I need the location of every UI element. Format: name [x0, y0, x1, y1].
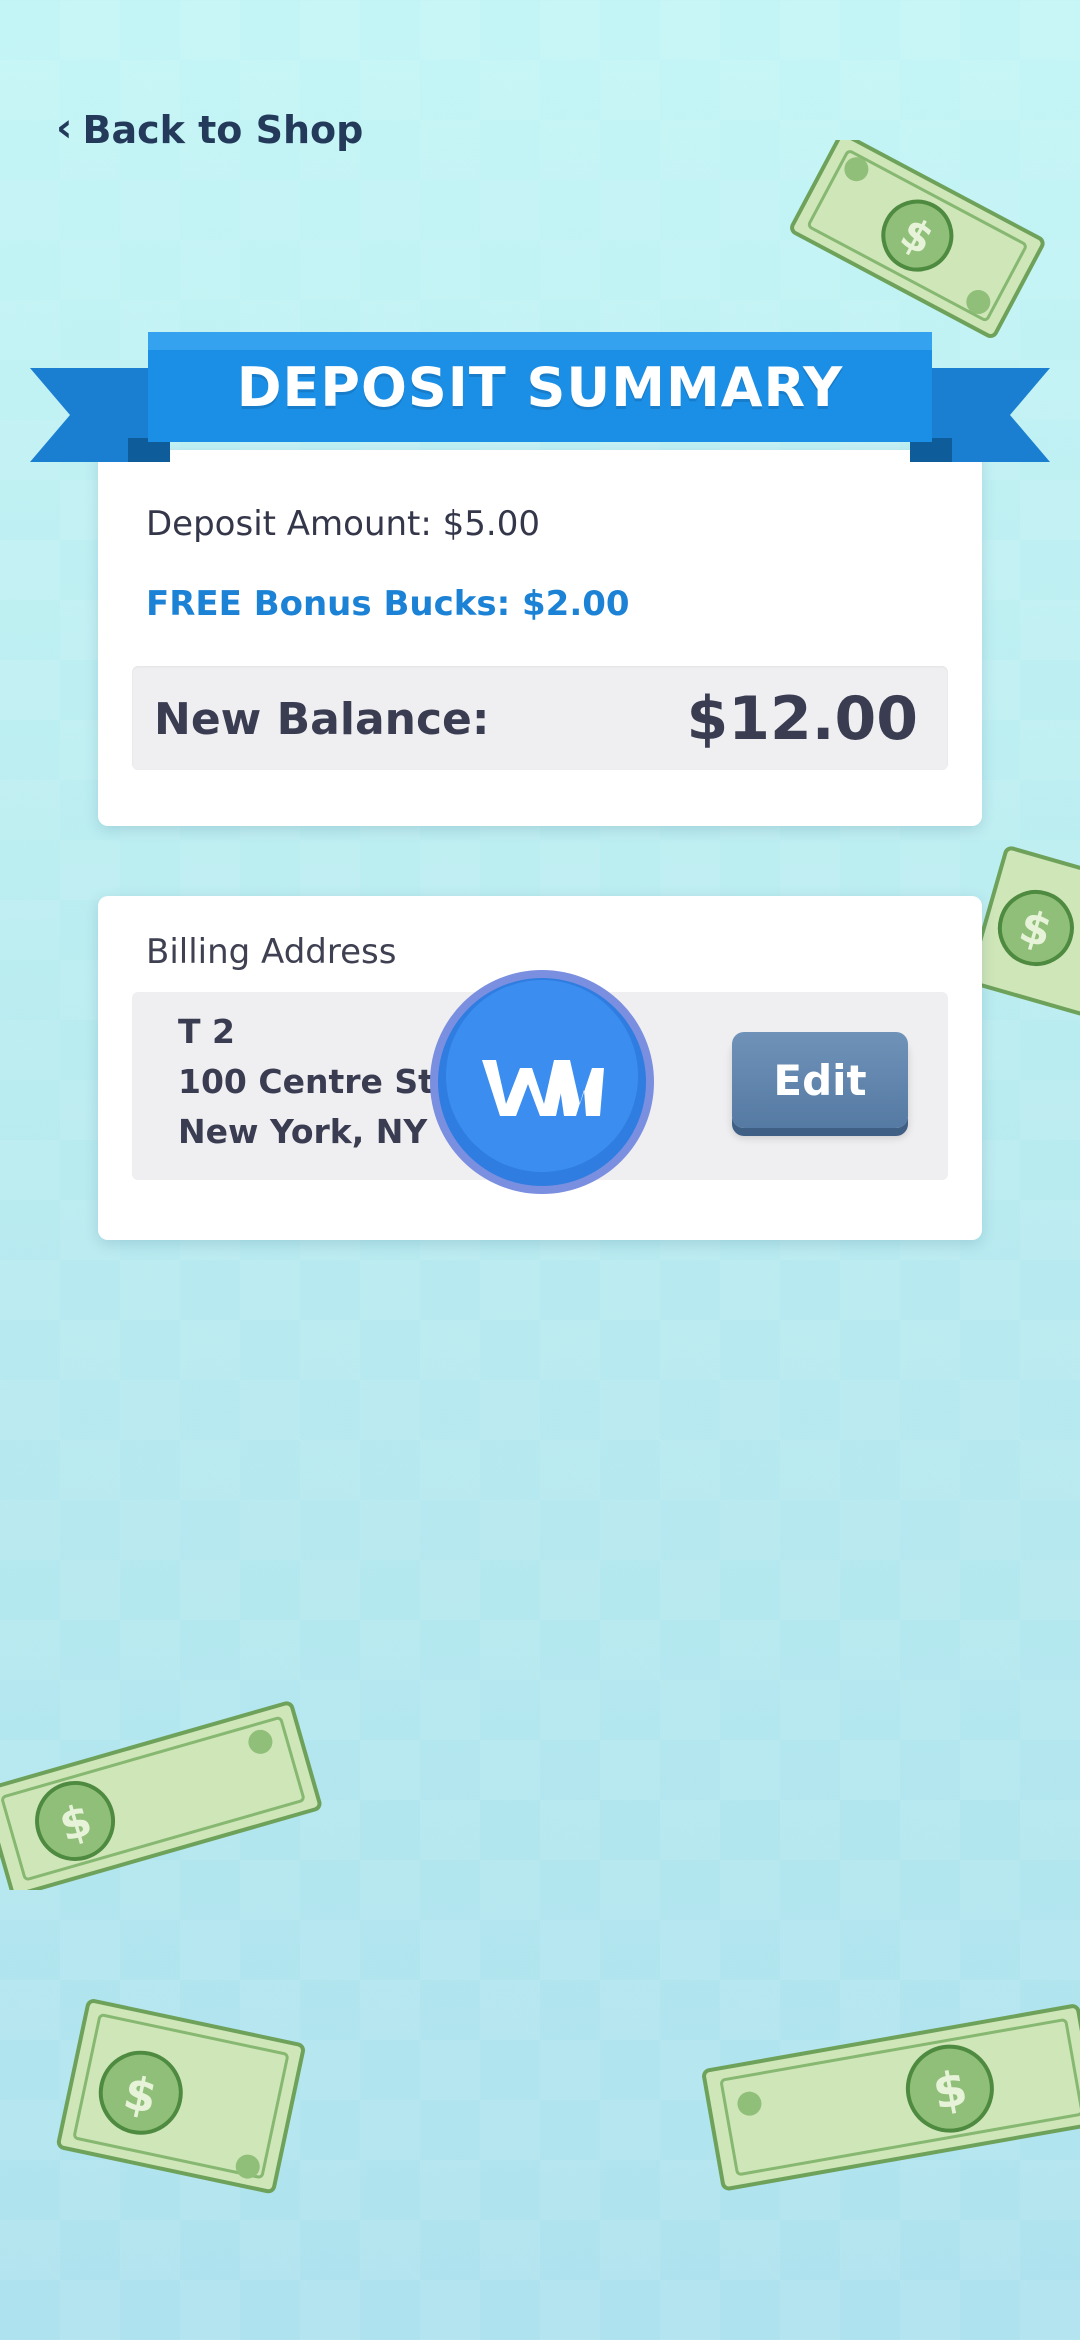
deposit-summary-card: Deposit Amount: $5.00 FREE Bonus Bucks: …: [98, 450, 982, 826]
address-name: T 2: [178, 1012, 235, 1051]
deposit-summary-banner: DEPOSIT SUMMARY: [30, 328, 1050, 468]
address-street: 100 Centre St: [178, 1062, 434, 1101]
new-balance-label: New Balance:: [154, 694, 490, 745]
chevron-left-icon: ‹: [56, 105, 73, 151]
new-balance-value: $12.00: [686, 684, 918, 754]
address-city: New York, NY: [178, 1112, 428, 1151]
dollar-bill-bottom-left: $: [56, 1999, 306, 2194]
back-to-shop-link[interactable]: ‹ Back to Shop: [56, 108, 363, 152]
dollar-bill-top-right: $: [790, 140, 1045, 339]
deposit-amount-text: Deposit Amount: $5.00: [146, 504, 540, 544]
dollar-bill-bottom-right: $: [702, 2004, 1080, 2191]
edit-address-button[interactable]: Edit: [732, 1032, 908, 1128]
dollar-bill-left-lower: $: [0, 1701, 322, 1890]
bonus-bucks-text: FREE Bonus Bucks: $2.00: [146, 584, 630, 624]
billing-address-title: Billing Address: [146, 932, 397, 972]
ww-logo-icon[interactable]: [424, 964, 660, 1200]
new-balance-box: New Balance: $12.00: [132, 666, 948, 770]
back-to-shop-label: Back to Shop: [82, 108, 364, 152]
banner-title: DEPOSIT SUMMARY: [236, 356, 844, 419]
